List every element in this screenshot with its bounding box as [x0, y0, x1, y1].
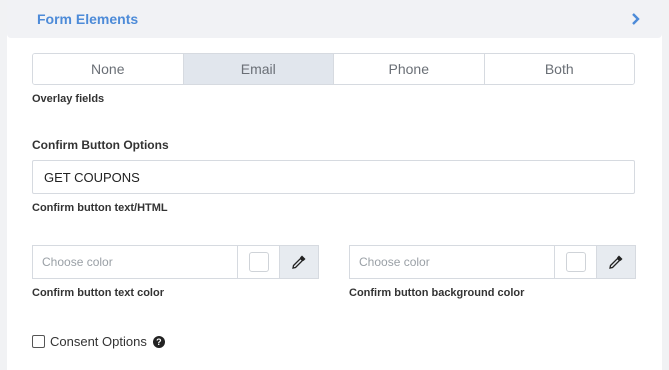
- confirm-button-text-input[interactable]: GET COUPONS: [32, 160, 635, 194]
- overlay-fields-segmented-control: None Email Phone Both: [32, 53, 635, 85]
- confirm-button-section-title: Confirm Button Options: [32, 138, 169, 152]
- overlay-fields-label: Overlay fields: [32, 93, 105, 105]
- background-color-input[interactable]: Choose color: [349, 245, 554, 279]
- consent-options-row: Consent Options ?: [32, 334, 165, 349]
- eyedropper-icon: [609, 255, 623, 269]
- overlay-option-none[interactable]: None: [33, 54, 183, 84]
- form-elements-panel: Form Elements None Email Phone Both Over…: [7, 0, 662, 370]
- consent-options-label[interactable]: Consent Options: [50, 334, 147, 349]
- background-color-label: Confirm button background color: [349, 287, 525, 299]
- eyedropper-icon: [292, 255, 306, 269]
- background-color-eyedropper-button[interactable]: [596, 245, 636, 279]
- text-color-input[interactable]: Choose color: [32, 245, 237, 279]
- confirm-button-text-label: Confirm button text/HTML: [32, 202, 168, 214]
- overlay-option-both[interactable]: Both: [483, 54, 634, 84]
- panel-title: Form Elements: [37, 11, 139, 27]
- text-color-picker: Choose color: [32, 245, 319, 279]
- text-color-eyedropper-button[interactable]: [279, 245, 319, 279]
- question-circle-icon[interactable]: ?: [152, 335, 165, 348]
- text-color-swatch[interactable]: [248, 252, 269, 272]
- panel-header[interactable]: Form Elements: [7, 0, 662, 38]
- overlay-option-email[interactable]: Email: [182, 54, 333, 84]
- background-color-swatch-cell[interactable]: [554, 245, 596, 279]
- overlay-option-phone[interactable]: Phone: [333, 54, 484, 84]
- text-color-swatch-cell[interactable]: [237, 245, 279, 279]
- text-color-label: Confirm button text color: [32, 287, 164, 299]
- background-color-swatch[interactable]: [565, 252, 586, 272]
- background-color-picker: Choose color: [349, 245, 636, 279]
- consent-options-checkbox[interactable]: [32, 335, 45, 348]
- chevron-right-icon[interactable]: [630, 13, 642, 25]
